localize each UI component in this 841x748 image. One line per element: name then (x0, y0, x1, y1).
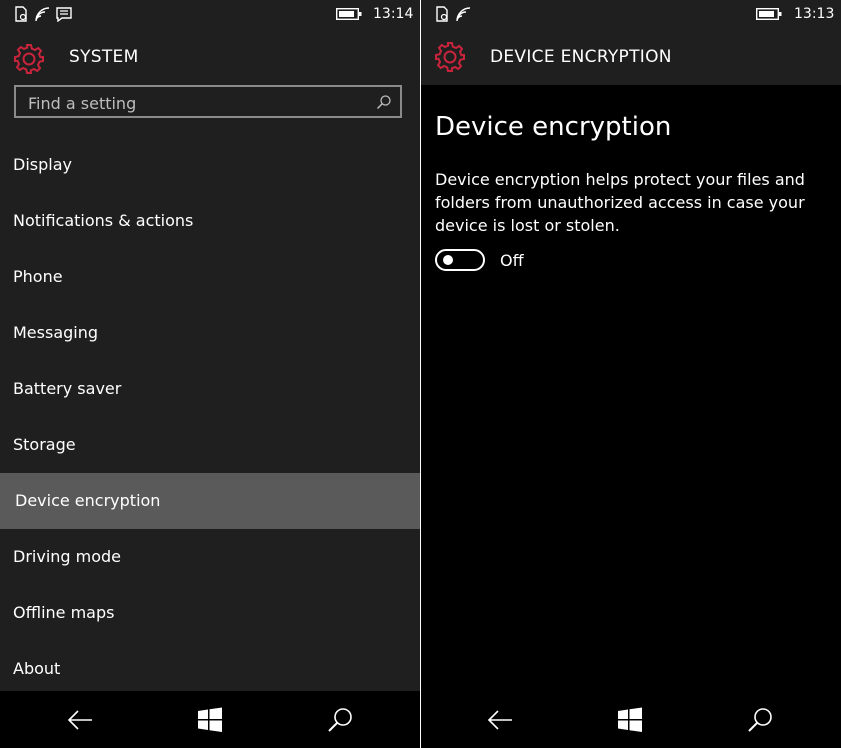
menu-item-driving-mode[interactable]: Driving mode (0, 529, 420, 585)
settings-list: Display Notifications & actions Phone Me… (0, 137, 420, 697)
wifi-icon (456, 7, 471, 22)
menu-item-battery-saver[interactable]: Battery saver (0, 361, 420, 417)
navigation-bar (421, 691, 841, 748)
gear-icon (435, 42, 465, 72)
back-icon[interactable] (486, 706, 514, 734)
page-title: DEVICE ENCRYPTION (490, 47, 672, 67)
windows-icon[interactable] (616, 706, 644, 734)
sim-icon (15, 6, 27, 22)
section-title: Device encryption (435, 112, 672, 142)
section-description: Device encryption helps protect your fil… (435, 170, 805, 235)
gear-icon (14, 44, 44, 74)
battery-icon (756, 8, 782, 20)
page-header: SYSTEM (0, 38, 420, 78)
search-input[interactable] (28, 92, 358, 114)
toggle-knob (443, 255, 453, 265)
menu-item-offline-maps[interactable]: Offline maps (0, 585, 420, 641)
status-bar: 13:13 (421, 0, 841, 30)
sim-icon (436, 6, 448, 22)
wifi-icon (35, 7, 50, 22)
menu-item-notifications[interactable]: Notifications & actions (0, 193, 420, 249)
encryption-toggle[interactable] (435, 249, 485, 271)
clock: 13:14 (373, 6, 414, 22)
navigation-bar (0, 691, 420, 748)
menu-item-device-encryption[interactable]: Device encryption (0, 473, 420, 529)
menu-item-display[interactable]: Display (0, 137, 420, 193)
cortana-search-icon[interactable] (327, 706, 355, 734)
search-box[interactable] (14, 85, 402, 118)
toggle-state-label: Off (500, 251, 524, 270)
menu-item-about[interactable]: About (0, 641, 420, 697)
windows-icon[interactable] (196, 706, 224, 734)
clock: 13:13 (794, 6, 835, 22)
back-icon[interactable] (66, 706, 94, 734)
cortana-search-icon[interactable] (747, 706, 775, 734)
menu-item-phone[interactable]: Phone (0, 249, 420, 305)
message-icon (56, 7, 72, 22)
menu-item-messaging[interactable]: Messaging (0, 305, 420, 361)
search-icon[interactable] (376, 94, 392, 110)
page-title: SYSTEM (69, 47, 139, 67)
battery-icon (336, 8, 362, 20)
page-header: DEVICE ENCRYPTION (421, 30, 841, 85)
device-encryption-panel: 13:13 DEVICE ENCRYPTION Device encryptio… (421, 0, 841, 748)
status-bar: 13:14 (0, 0, 420, 30)
menu-item-storage[interactable]: Storage (0, 417, 420, 473)
system-settings-panel: 13:14 SYSTEM Display Notifications & act… (0, 0, 420, 748)
